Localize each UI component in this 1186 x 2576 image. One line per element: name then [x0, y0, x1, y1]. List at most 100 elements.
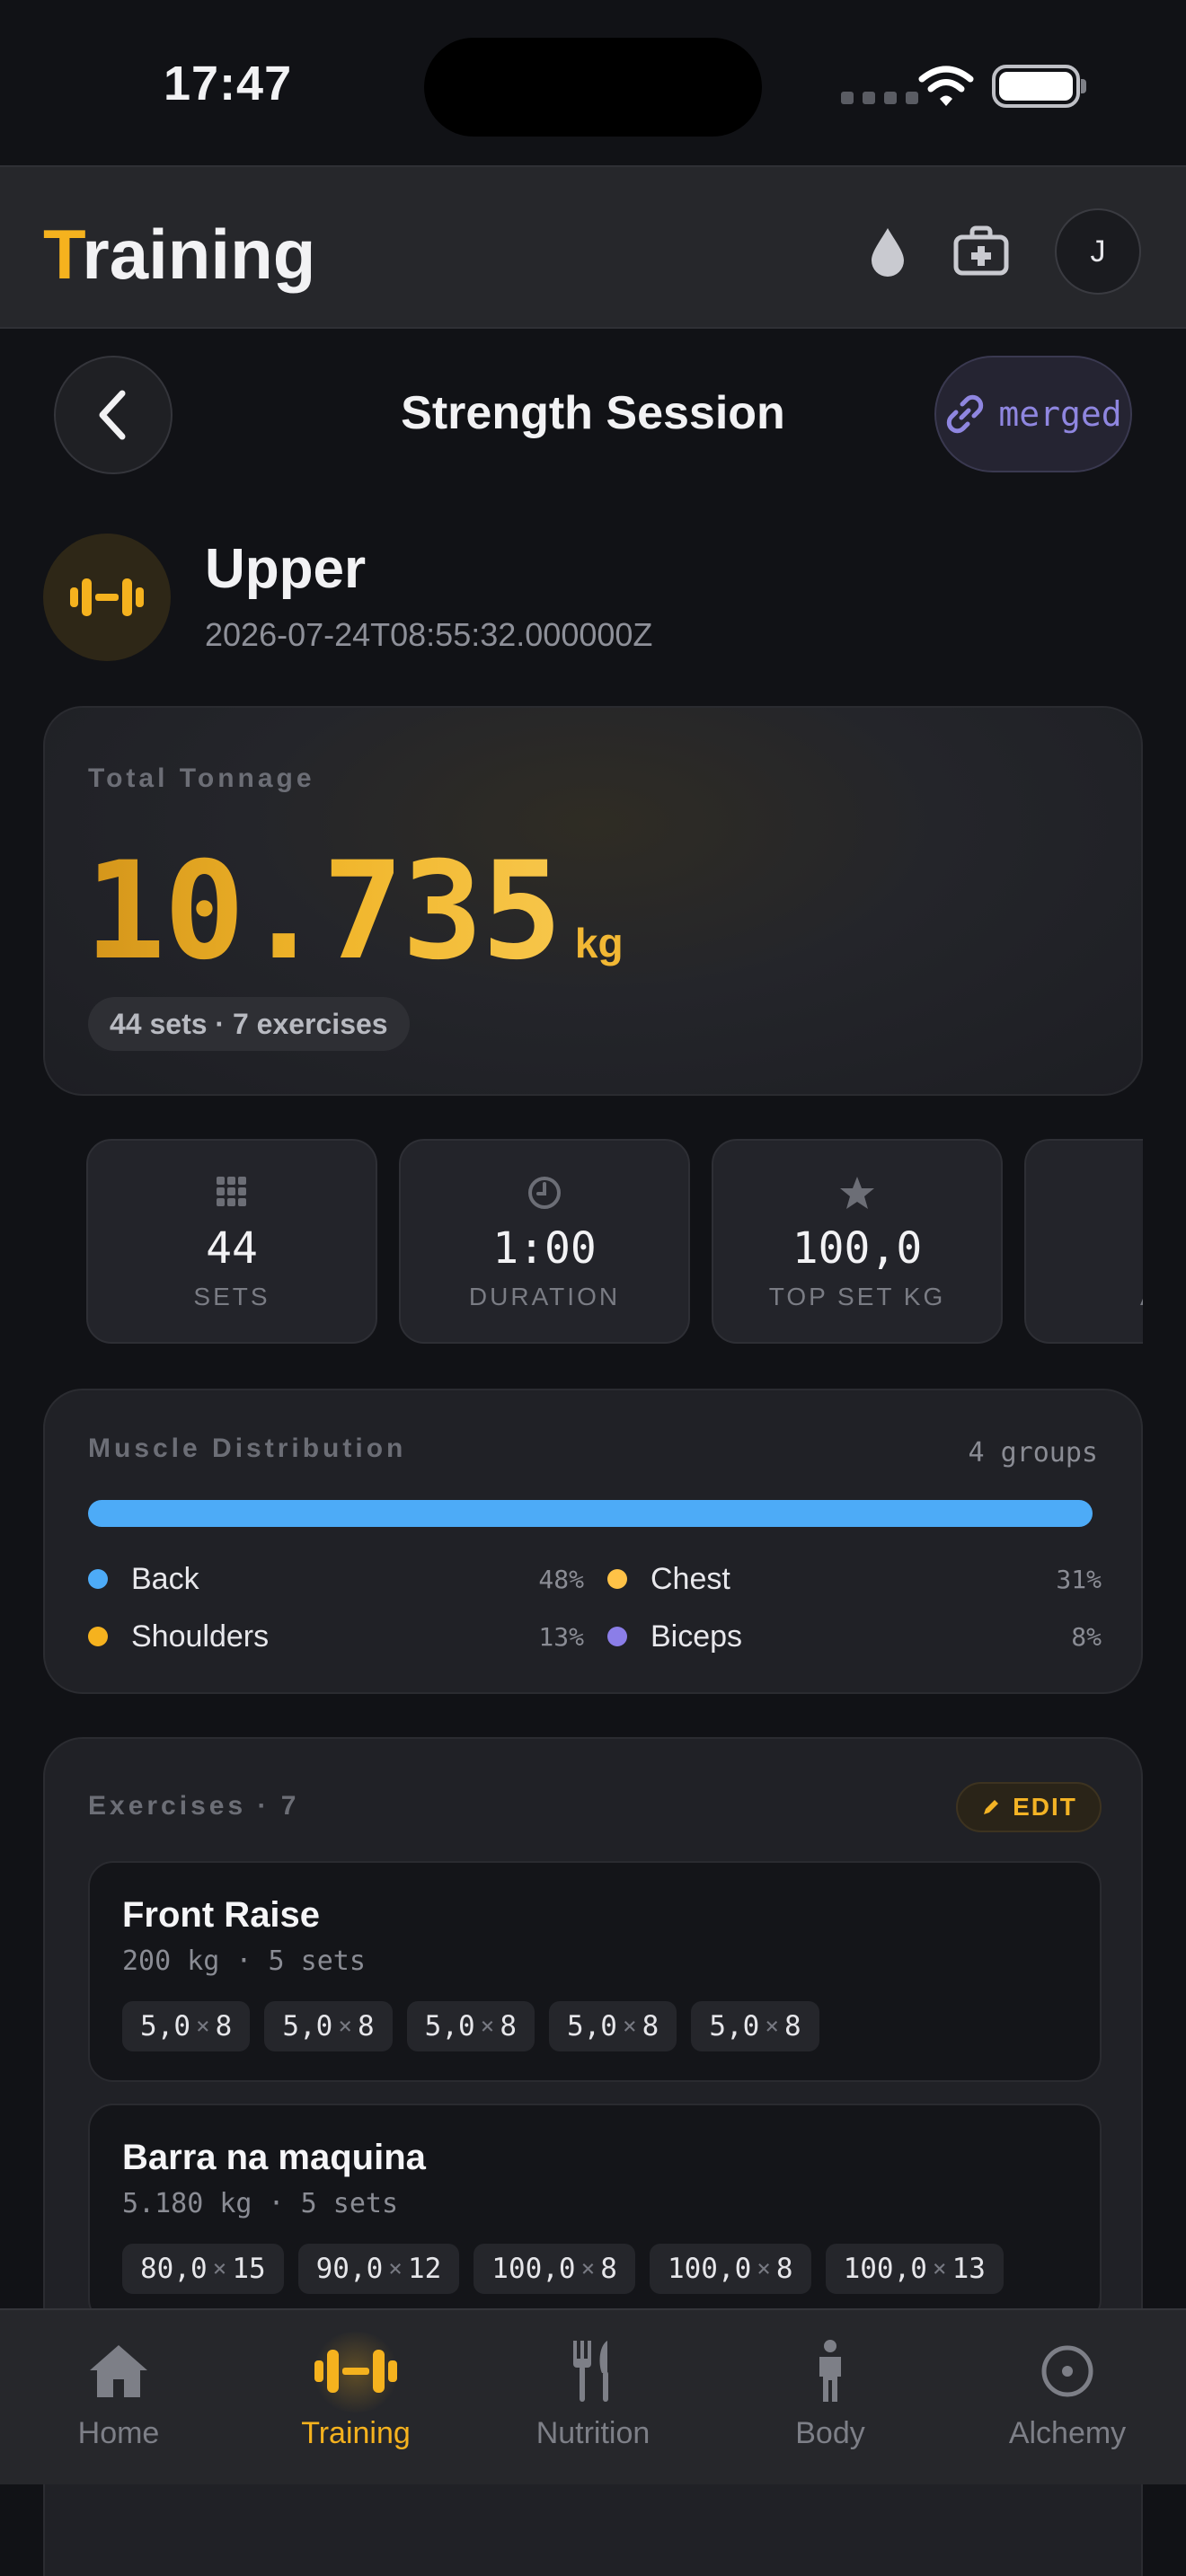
tonnage-unit: kg: [574, 920, 624, 966]
nav-item-nutrition[interactable]: Nutrition: [474, 2310, 712, 2486]
stat-value: 1:00: [492, 1223, 597, 1274]
legend-pct: 31%: [1056, 1564, 1102, 1594]
stat-value: 100,0: [792, 1223, 923, 1274]
legend-dot: [88, 1569, 108, 1589]
nav-label: Body: [795, 2416, 865, 2450]
exercise-meta: 5.180 kg · 5 sets: [122, 2188, 399, 2219]
stat-value: 44: [206, 1223, 258, 1274]
signal-icon: [841, 92, 918, 104]
exercise-item[interactable]: Front Raise 200 kg · 5 sets 5,0 × 8 5,0 × 8 …: [88, 1861, 1102, 2082]
legend-name: Chest: [651, 1561, 730, 1596]
set-chip: 5,0 × 8: [122, 2001, 251, 2051]
nav-label: Nutrition: [535, 2416, 651, 2450]
battery-cap: [1081, 79, 1086, 93]
nav-item-body[interactable]: Body: [712, 2310, 949, 2486]
set-chip: 90,0 × 12: [297, 2244, 460, 2294]
person-icon: [819, 2340, 841, 2402]
set-chips: 80,0 × 15 90,0 × 12 100,0 × 8 100,0 × 8 100,0 × 13: [122, 2244, 1004, 2294]
muscle-title: Muscle Distribution: [88, 1434, 407, 1463]
legend-name: Back: [131, 1561, 199, 1596]
fork-knife-icon: [573, 2341, 608, 2402]
edit-label: EDIT: [1013, 1793, 1077, 1821]
app-title-accent: T: [43, 215, 83, 294]
workout-date: 2026-07-24T08:55:32.000000Z: [205, 616, 653, 653]
set-chip: 5,0 × 8: [406, 2001, 535, 2051]
set-chip: 5,0 × 8: [691, 2001, 819, 2051]
set-chip: 100,0 × 13: [825, 2244, 1004, 2294]
nav-item-home[interactable]: Home: [0, 2310, 237, 2486]
set-chip: 5,0 × 8: [548, 2001, 677, 2051]
legend-pct: 8%: [1071, 1621, 1102, 1652]
exercise-meta: 200 kg · 5 sets: [122, 1945, 366, 1977]
link-icon: [947, 394, 984, 434]
tonnage-summary: 44 sets · 7 exercises: [88, 997, 410, 1051]
chevron-left-icon: [99, 390, 126, 440]
session-title: Strength Session: [401, 387, 785, 439]
nav-label: Training: [301, 2416, 411, 2450]
set-chips: 5,0 × 8 5,0 × 8 5,0 × 8 5,0 × 8 5,0 × 8: [122, 2001, 819, 2051]
merged-label: merged: [998, 394, 1122, 434]
status-bar: 17:47: [0, 0, 1186, 165]
user-avatar[interactable]: J: [1055, 208, 1141, 295]
set-chip: 100,0 × 8: [474, 2244, 635, 2294]
clock-icon: [528, 1177, 561, 1209]
dumbbell-icon: [314, 2350, 397, 2393]
stat-tile-avg: 0 AVG: [1024, 1139, 1143, 1344]
legend-name: Biceps: [651, 1619, 743, 1654]
exercise-item[interactable]: Barra na maquina 5.180 kg · 5 sets 80,0 ×…: [88, 2104, 1102, 2325]
stats-row[interactable]: 44 SETS 1:00 DURATION 100,0 TOP SET KG 0…: [86, 1139, 1143, 1344]
nav-label: Alchemy: [1008, 2416, 1127, 2450]
muscle-distribution-card: Muscle Distribution 4 groups Back 48% Ch…: [43, 1389, 1143, 1694]
battery-icon: [992, 65, 1080, 108]
stat-value: 0: [1026, 1223, 1143, 1274]
workout-type-icon: [43, 534, 171, 661]
exercise-name: Barra na maquina: [122, 2138, 426, 2177]
stat-label: SETS: [193, 1283, 270, 1310]
set-chip: 100,0 × 8: [649, 2244, 811, 2294]
grid-icon: [217, 1177, 246, 1206]
stat-tile-top-set: 100,0 TOP SET KG: [712, 1139, 1003, 1344]
back-button[interactable]: [54, 356, 173, 474]
bottom-nav: Home Training Nutrition Body Alchemy: [0, 2308, 1186, 2484]
app-title: Training: [43, 214, 315, 296]
stat-label: AVG: [1026, 1283, 1143, 1311]
edit-button[interactable]: EDIT: [956, 1782, 1102, 1832]
tonnage-number: 10.735: [84, 834, 562, 990]
exercises-title: Exercises · 7: [88, 1791, 300, 1821]
target-circle-icon: [1041, 2345, 1093, 2397]
legend-dot: [607, 1569, 627, 1589]
tonnage-card: Total Tonnage 10.735 kg 44 sets · 7 exer…: [43, 706, 1143, 1096]
app-title-rest: raining: [82, 215, 316, 294]
legend-dot: [88, 1627, 108, 1646]
tonnage-label: Total Tonnage: [88, 763, 315, 793]
nav-item-alchemy[interactable]: Alchemy: [949, 2310, 1186, 2486]
legend-item-back: Back 48%: [88, 1557, 584, 1601]
star-icon: [840, 1177, 874, 1209]
merged-badge[interactable]: merged: [934, 356, 1132, 472]
water-drop-icon[interactable]: [864, 225, 911, 278]
stat-tile-sets: 44 SETS: [86, 1139, 377, 1344]
legend-item-shoulders: Shoulders 13%: [88, 1615, 584, 1658]
nav-item-training[interactable]: Training: [237, 2310, 474, 2486]
wifi-icon: [918, 66, 974, 106]
app-header: Training J: [0, 165, 1186, 329]
dumbbell-icon: [70, 578, 144, 616]
muscle-distribution-bar: [88, 1500, 1093, 1527]
exercise-name: Front Raise: [122, 1895, 321, 1935]
stat-label: DURATION: [468, 1283, 621, 1310]
legend-item-chest: Chest 31%: [607, 1557, 1102, 1601]
pencil-icon: [984, 1800, 999, 1814]
set-chip: 5,0 × 8: [264, 2001, 393, 2051]
tonnage-value: 10.735 kg: [84, 834, 624, 990]
home-icon: [90, 2345, 147, 2397]
legend-dot: [607, 1627, 627, 1646]
status-time: 17:47: [164, 57, 293, 110]
stat-tile-duration: 1:00 DURATION: [399, 1139, 690, 1344]
legend-pct: 13%: [538, 1621, 584, 1652]
first-aid-kit-icon[interactable]: [952, 225, 1010, 277]
legend-name: Shoulders: [131, 1619, 270, 1654]
stat-label: TOP SET KG: [768, 1283, 946, 1310]
muscle-group-count: 4 groups: [968, 1437, 1099, 1469]
dynamic-island: [424, 38, 762, 137]
nav-label: Home: [77, 2416, 160, 2450]
